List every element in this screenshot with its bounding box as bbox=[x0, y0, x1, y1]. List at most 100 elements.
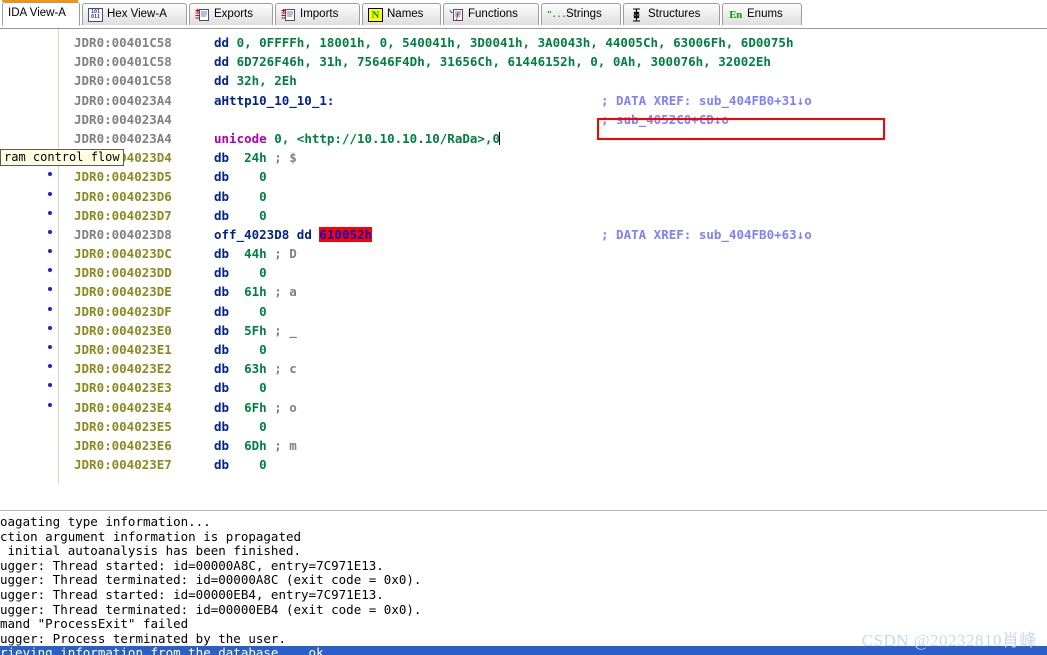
line-address: JDR0:004023E2 bbox=[74, 361, 172, 377]
text-caret bbox=[499, 131, 500, 145]
disassembly-line[interactable]: JDR0:004023A4 aHttp10_10_10_1: ; DATA XREF… bbox=[0, 91, 1047, 110]
output-line: ugger: Thread terminated: id=00000A8C (e… bbox=[0, 572, 422, 588]
output-line: initial autoanalysis has been finished. bbox=[0, 543, 302, 559]
line-address: JDR0:004023DF bbox=[74, 303, 172, 319]
xref-comment[interactable]: ; DATA XREF: sub_404FB0+31↓o bbox=[601, 91, 812, 110]
line-body: dd 32h, 2Eh bbox=[214, 71, 297, 90]
line-address: JDR0:004023E0 bbox=[74, 322, 172, 338]
code-token: 32h, 2Eh bbox=[236, 73, 297, 89]
tab-label: Exports bbox=[214, 7, 253, 20]
breakpoint-dot-icon bbox=[48, 364, 52, 369]
breakpoint-dot-icon bbox=[48, 325, 52, 330]
output-log-window[interactable]: oagating type information... ction argume… bbox=[0, 512, 1047, 655]
line-address: JDR0:004023E7 bbox=[74, 457, 172, 473]
tab-strings[interactable]: "..." Strings bbox=[541, 3, 621, 25]
line-body: db 0 bbox=[214, 417, 267, 436]
disassembly-line[interactable]: JDR0:004023DD db 0 bbox=[0, 263, 1047, 282]
line-body: aHttp10_10_10_1: bbox=[214, 91, 334, 110]
code-token: 0 bbox=[259, 380, 267, 396]
line-address: JDR0:004023DE bbox=[74, 284, 172, 300]
code-token: 24h bbox=[244, 150, 267, 166]
disassembly-line[interactable]: JDR0:004023E2 db 63h ; c bbox=[0, 359, 1047, 378]
line-body: dd 0, 0FFFFh, 18001h, 0, 540041h, 3D0041… bbox=[214, 33, 793, 52]
code-token: db bbox=[214, 322, 245, 338]
line-body: db 24h ; $ bbox=[214, 148, 297, 167]
line-body: db 0 bbox=[214, 263, 267, 282]
code-token: ; m bbox=[266, 437, 297, 453]
disassembly-line[interactable]: JDR0:004023E6 db 6Dh ; m bbox=[0, 436, 1047, 455]
disassembly-line[interactable]: JDR0:004023A4; sub_4052C0+CD↓o bbox=[0, 110, 1047, 129]
disassembly-line[interactable]: JDR0:004023E1 db 0 bbox=[0, 340, 1047, 359]
disassembly-line[interactable]: JDR0:00401C58 dd 0, 0FFFFh, 18001h, 0, 54… bbox=[0, 33, 1047, 52]
tab-names[interactable]: N Names bbox=[362, 3, 441, 25]
line-address: JDR0:00401C58 bbox=[74, 35, 172, 50]
tab-ida-view-a[interactable]: IDA View-A bbox=[2, 2, 80, 26]
code-token: dd bbox=[214, 35, 237, 50]
tab-label: IDA View-A bbox=[8, 7, 66, 20]
line-address: JDR0:004023A4 bbox=[74, 130, 172, 146]
code-token: db bbox=[214, 207, 260, 223]
breakpoint-dot-icon bbox=[48, 287, 52, 292]
disassembly-line[interactable]: JDR0:004023E3 db 0 bbox=[0, 378, 1047, 397]
strings-quote-icon: "..." bbox=[547, 9, 572, 19]
code-token: dd bbox=[214, 73, 237, 89]
tab-label: Imports bbox=[300, 7, 339, 20]
disassembly-line[interactable]: JDR0:004023D5 db 0 bbox=[0, 167, 1047, 186]
tab-exports[interactable]: Exports bbox=[189, 3, 273, 25]
code-token: ; D bbox=[266, 246, 297, 262]
disassembly-line[interactable]: JDR0:004023DC db 44h ; D bbox=[0, 244, 1047, 263]
disassembly-line[interactable]: JDR0:00401C58 dd 32h, 2Eh bbox=[0, 71, 1047, 90]
xref-comment[interactable]: ; DATA XREF: sub_404FB0+63↓o bbox=[601, 225, 812, 244]
output-line: mand "ProcessExit" failed bbox=[0, 616, 189, 632]
tab-functions[interactable]: f Functions bbox=[443, 3, 539, 25]
disassembly-line[interactable]: JDR0:004023E0 db 5Fh ; _ bbox=[0, 321, 1047, 340]
tab-label: Functions bbox=[468, 7, 518, 20]
functions-f-icon: f bbox=[449, 8, 464, 22]
tab-hex-view-a[interactable]: 101 011 Hex View-A bbox=[82, 3, 187, 25]
line-body: off_4023D8 dd 610052h bbox=[214, 225, 373, 244]
tab-structures[interactable]: Structures bbox=[623, 3, 720, 25]
code-token: db bbox=[214, 303, 260, 319]
output-line: ugger: Thread terminated: id=00000EB4 (e… bbox=[0, 601, 422, 617]
breakpoint-dot-icon bbox=[48, 191, 52, 196]
code-token: unicode bbox=[214, 130, 275, 146]
line-address: JDR0:004023DC bbox=[74, 246, 172, 262]
hex-grid-icon: 101 011 bbox=[88, 7, 103, 22]
disassembly-line[interactable]: JDR0:004023DF db 0 bbox=[0, 302, 1047, 321]
disassembly-line[interactable]: JDR0:004023D4db 24h ; $ bbox=[0, 148, 1047, 167]
line-address: JDR0:00401C58 bbox=[74, 54, 172, 70]
output-line: ction argument information is propagated bbox=[0, 528, 302, 544]
disassembly-line[interactable]: JDR0:00401C58 dd 6D726F46h, 31h, 75646F4D… bbox=[0, 52, 1047, 71]
tab-enums[interactable]: En Enums bbox=[722, 3, 802, 25]
disassembly-line[interactable]: JDR0:004023E7 db 0 bbox=[0, 455, 1047, 474]
breakpoint-dot-icon bbox=[48, 229, 52, 234]
disassembly-line[interactable]: JDR0:004023D8 off_4023D8 dd 610052h ; DATA… bbox=[0, 225, 1047, 244]
tab-label: Names bbox=[387, 7, 424, 20]
line-body: db 63h ; c bbox=[214, 359, 297, 378]
code-token: 0 bbox=[259, 457, 267, 473]
export-page-icon bbox=[195, 8, 210, 22]
disassembly-line[interactable]: JDR0:004023D7 db 0 bbox=[0, 206, 1047, 225]
disassembly-line[interactable]: JDR0:004023A4 unicode 0, <http://10.10.10… bbox=[0, 129, 1047, 148]
disassembly-line[interactable]: JDR0:004023D6 db 0 bbox=[0, 187, 1047, 206]
code-token: 0 bbox=[259, 265, 267, 281]
output-line: ugger: Process terminated by the user. bbox=[0, 630, 286, 646]
code-token: 5Fh bbox=[244, 322, 267, 338]
disassembly-line[interactable]: JDR0:004023E4 db 6Fh ; o bbox=[0, 398, 1047, 417]
code-token: db bbox=[214, 265, 260, 281]
code-token: db bbox=[214, 457, 260, 473]
breakpoint-dot-icon bbox=[48, 306, 52, 311]
code-token: ; c bbox=[266, 361, 297, 377]
line-body: dd 6D726F46h, 31h, 75646F4Dh, 31656Ch, 6… bbox=[214, 52, 771, 71]
code-token: 44h bbox=[244, 246, 267, 262]
disassembly-lines[interactable]: JDR0:00401C58 dd 0, 0FFFFh, 18001h, 0, 54… bbox=[0, 33, 1047, 474]
disassembly-line[interactable]: JDR0:004023E5 db 0 bbox=[0, 417, 1047, 436]
breakpoint-dot-icon bbox=[48, 210, 52, 215]
disassembly-line[interactable]: JDR0:004023DE db 61h ; a bbox=[0, 282, 1047, 301]
code-token: ; a bbox=[266, 284, 297, 300]
tab-imports[interactable]: Imports bbox=[275, 3, 360, 25]
ida-view-a-disassembly-pane[interactable]: JDR0:00401C58 dd 0, 0FFFFh, 18001h, 0, 54… bbox=[0, 29, 1047, 513]
code-token: 0 bbox=[259, 169, 267, 185]
line-body: db 6Fh ; o bbox=[214, 398, 297, 417]
line-body: db 0 bbox=[214, 340, 267, 359]
